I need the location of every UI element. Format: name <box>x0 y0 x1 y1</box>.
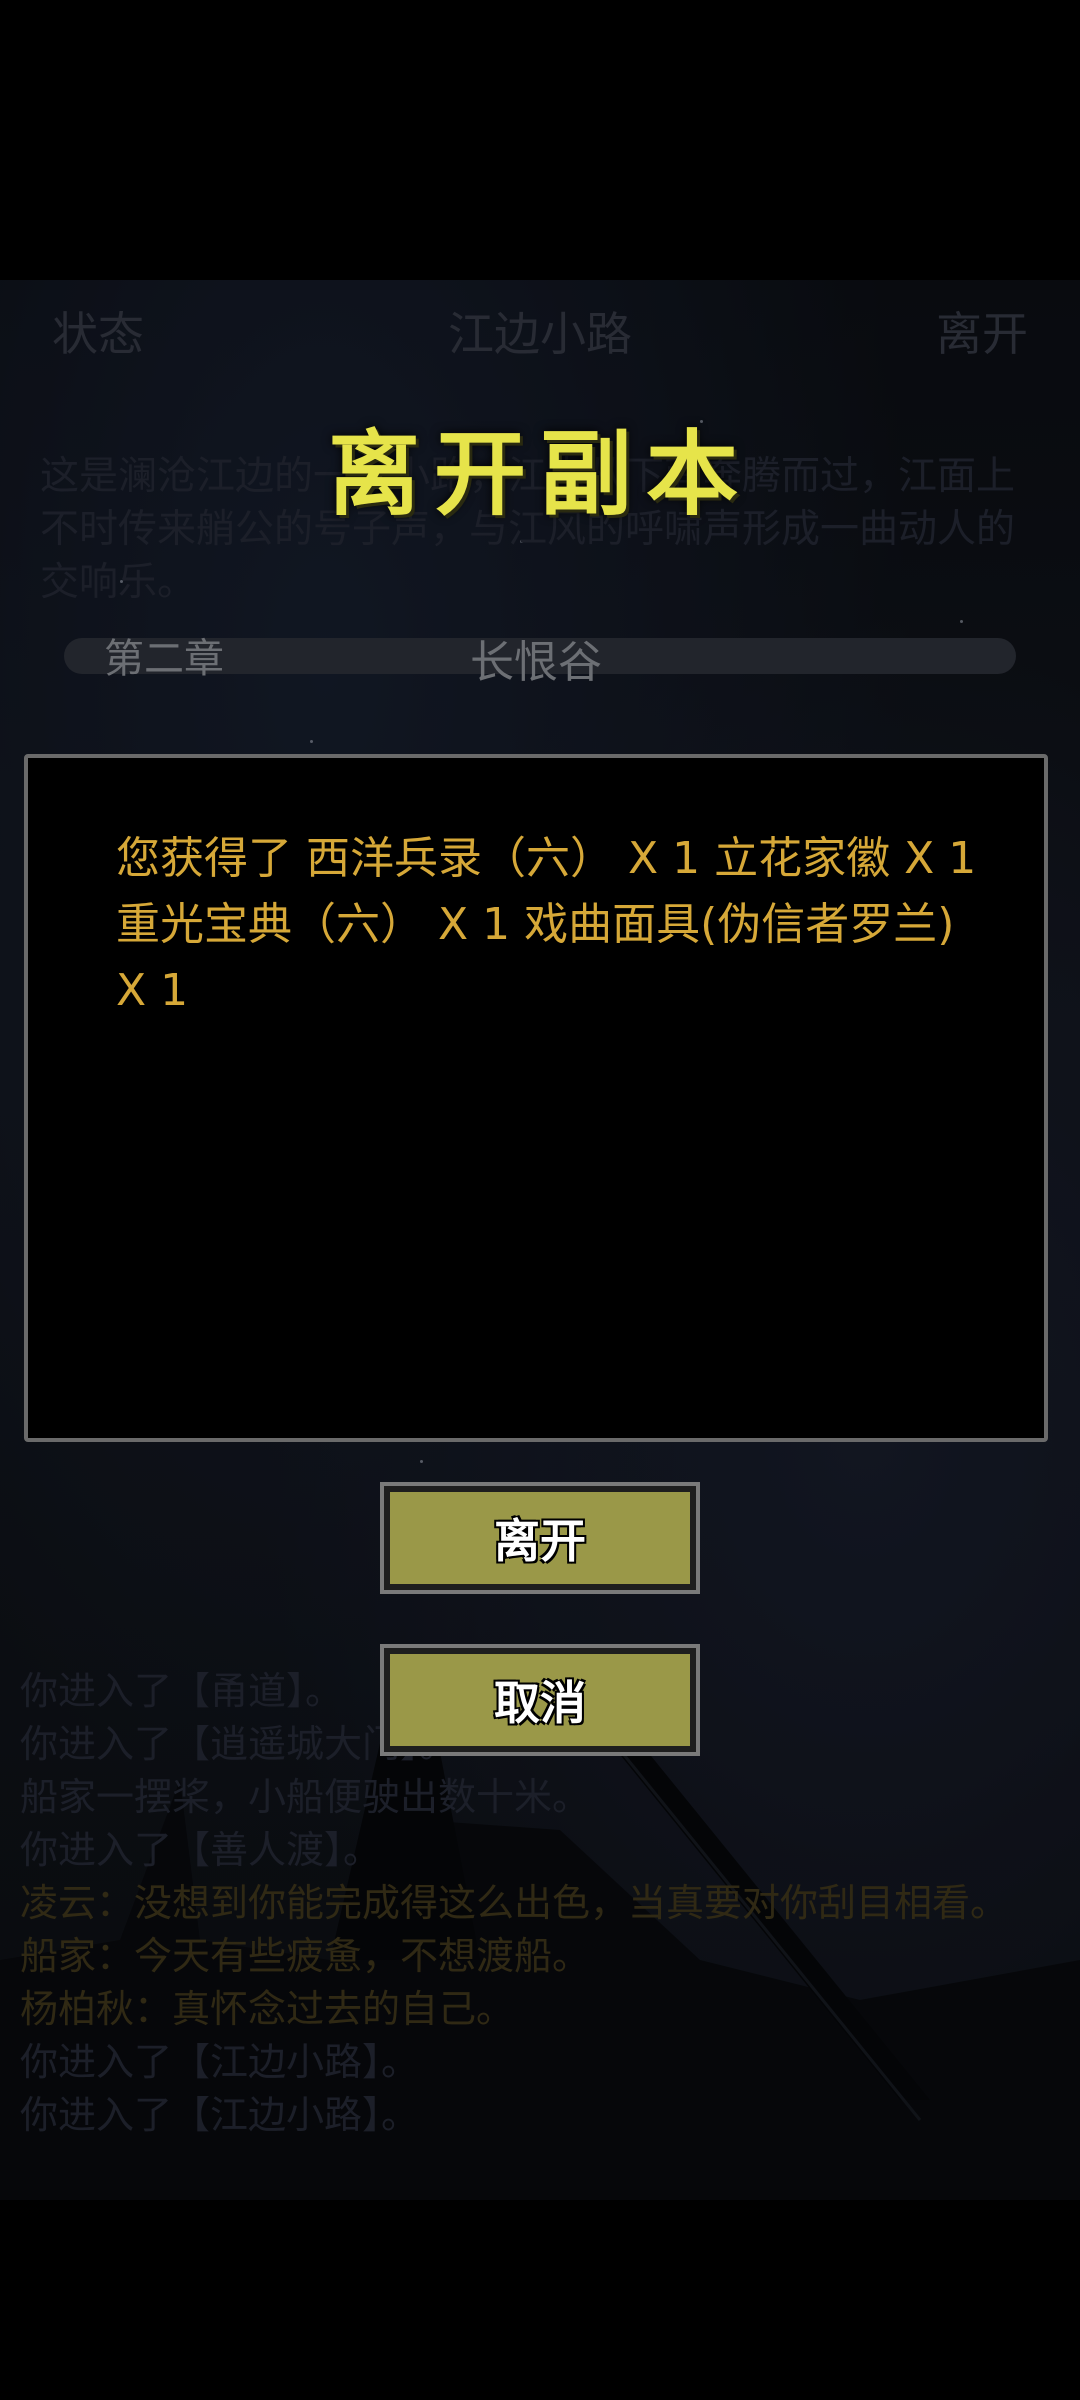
reward-dialog: 您获得了 西洋兵录（六） X 1 立花家徽 X 1 重光宝典（六） X 1 戏曲… <box>24 754 1048 1442</box>
leave-button[interactable]: 离开 <box>380 1482 700 1594</box>
cancel-button-label: 取消 <box>494 1676 586 1730</box>
reward-message: 您获得了 西洋兵录（六） X 1 立花家徽 X 1 重光宝典（六） X 1 戏曲… <box>116 833 977 1016</box>
modal-title: 离开副本 <box>327 420 752 528</box>
leave-button-label: 离开 <box>494 1514 586 1568</box>
cancel-button[interactable]: 取消 <box>380 1644 700 1756</box>
